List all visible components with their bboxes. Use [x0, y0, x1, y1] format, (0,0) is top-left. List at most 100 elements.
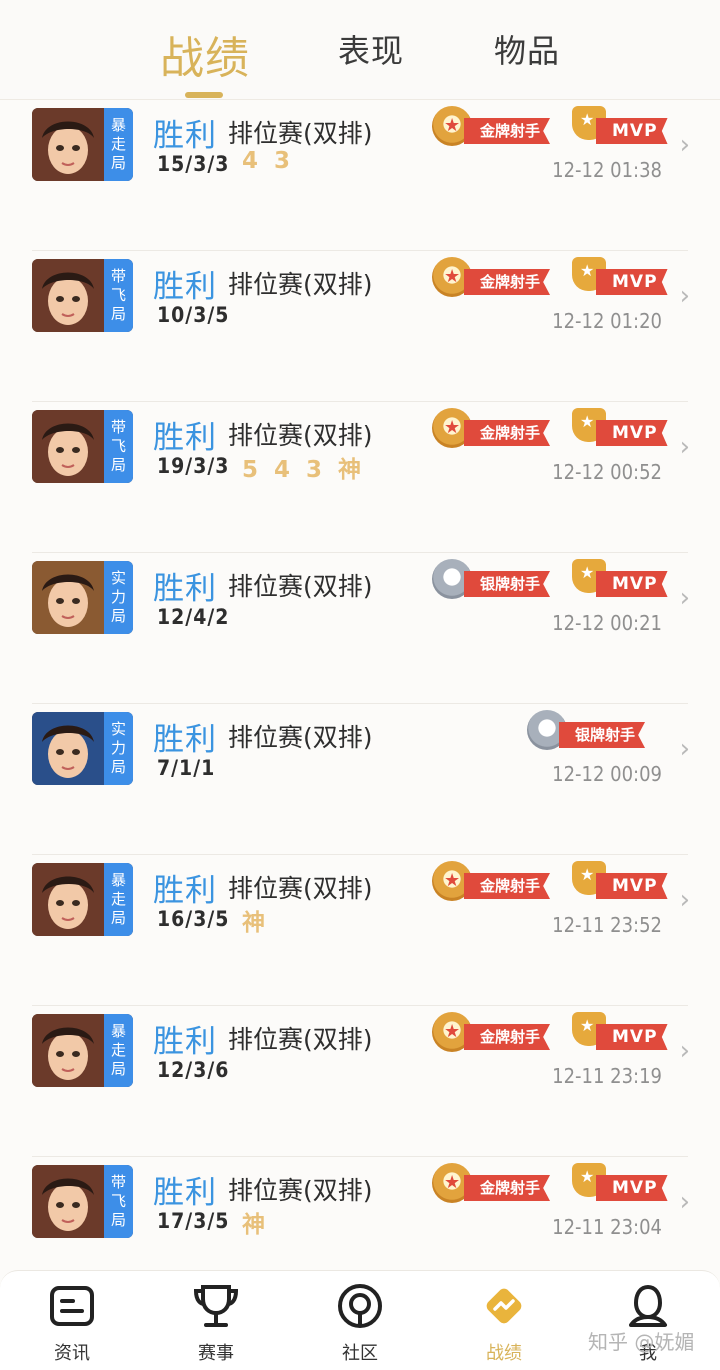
tab-records[interactable]: 战绩	[160, 22, 250, 86]
mvp-label: MVP	[596, 571, 668, 597]
top-tab-bar: 战绩 表现 物品	[0, 0, 720, 100]
match-result: 胜利	[153, 269, 217, 305]
tab-items[interactable]: 物品	[494, 26, 560, 72]
hero-portrait-icon	[32, 1165, 104, 1238]
chevron-right-icon: ›	[679, 432, 690, 462]
chevron-right-icon: ›	[679, 1187, 690, 1217]
chevron-right-icon: ›	[679, 885, 690, 915]
chevron-right-icon: ›	[679, 1036, 690, 1066]
match-time: 12-11 23:19	[552, 1064, 662, 1088]
mvp-badge: ★ MVP	[572, 1012, 668, 1054]
mvp-label: MVP	[596, 269, 668, 295]
match-mode: 排位赛(双排)	[228, 874, 373, 903]
hero-avatar: 带飞局	[32, 1165, 133, 1238]
honor-badge: ★ 金牌射手	[432, 408, 572, 450]
honor-badge-label: 金牌射手	[464, 1175, 551, 1201]
watermark-text: 知乎 @妩媚	[588, 1330, 695, 1354]
multikill-mark: 4	[274, 457, 291, 483]
match-mode: 排位赛(双排)	[228, 119, 373, 148]
kda-stats: 19/3/3	[157, 454, 230, 478]
match-type-tag: 带飞局	[104, 259, 133, 332]
multikill-marks: 神	[242, 903, 281, 937]
kda-stats: 16/3/5	[157, 907, 230, 931]
match-row[interactable]: 实力局 胜利 排位赛(双排) 7/1/1 ★ 银牌射手 12-12 00:09 …	[0, 704, 720, 855]
hero-avatar: 带飞局	[32, 410, 133, 483]
multikill-mark: 神	[338, 457, 362, 483]
honor-badge: ★ 金牌射手	[432, 106, 572, 148]
nav-item-events[interactable]: 赛事	[176, 1281, 256, 1365]
match-type-tag: 带飞局	[104, 410, 133, 483]
match-mode: 排位赛(双排)	[228, 421, 373, 450]
match-row[interactable]: 带飞局 胜利 排位赛(双排) 10/3/5 ★ 金牌射手 ★ MVP 12-12…	[0, 251, 720, 402]
multikill-marks: 43	[242, 148, 306, 174]
nav-label: 赛事	[198, 1343, 234, 1364]
match-type-tag: 暴走局	[104, 1014, 133, 1087]
honor-badge-label: 金牌射手	[464, 269, 551, 295]
hero-portrait-icon	[32, 1014, 104, 1087]
tab-performance[interactable]: 表现	[338, 26, 404, 72]
mvp-label: MVP	[596, 1175, 668, 1201]
multikill-mark: 神	[242, 1212, 265, 1238]
chevron-right-icon: ›	[679, 734, 690, 764]
nav-item-community[interactable]: 社区	[320, 1281, 400, 1365]
honor-badge: ★ 金牌射手	[432, 1012, 572, 1054]
match-result: 胜利	[153, 571, 217, 607]
hero-portrait-icon	[32, 863, 104, 936]
honor-badge: ★ 金牌射手	[432, 861, 572, 903]
honor-badge-label: 金牌射手	[464, 873, 551, 899]
kda-stats: 7/1/1	[157, 756, 216, 780]
kda-stats: 10/3/5	[157, 303, 230, 327]
match-mode: 排位赛(双排)	[228, 1025, 373, 1054]
match-type-tag: 暴走局	[104, 108, 133, 181]
mvp-badge: ★ MVP	[572, 559, 668, 601]
mvp-badge: ★ MVP	[572, 257, 668, 299]
match-mode: 排位赛(双排)	[228, 572, 373, 601]
match-result: 胜利	[153, 722, 217, 758]
honor-badge-label: 银牌射手	[464, 571, 551, 597]
honor-badge: ★ 银牌射手	[432, 559, 572, 601]
match-time: 12-12 00:09	[552, 762, 662, 786]
hero-avatar: 暴走局	[32, 108, 133, 181]
mvp-badge: ★ MVP	[572, 106, 668, 148]
match-row[interactable]: 实力局 胜利 排位赛(双排) 12/4/2 ★ 银牌射手 ★ MVP 12-12…	[0, 553, 720, 704]
honor-badge-label: 金牌射手	[464, 1024, 551, 1050]
mvp-label: MVP	[596, 118, 668, 144]
multikill-mark: 5	[242, 457, 259, 483]
match-time: 12-12 01:38	[552, 158, 662, 182]
profile-icon	[629, 1284, 667, 1327]
mvp-label: MVP	[596, 420, 668, 446]
nav-item-records[interactable]: 战绩	[464, 1281, 544, 1365]
match-type-tag: 实力局	[104, 561, 133, 634]
multikill-mark: 神	[242, 910, 265, 936]
kda-stats: 12/4/2	[157, 605, 230, 629]
nav-item-news[interactable]: 资讯	[32, 1281, 112, 1365]
honor-badge: ★ 银牌射手	[527, 710, 667, 752]
active-tab-indicator	[185, 92, 223, 98]
match-mode: 排位赛(双排)	[228, 723, 373, 752]
honor-badge-label: 银牌射手	[559, 722, 646, 748]
news-icon	[50, 1286, 94, 1326]
mvp-label: MVP	[596, 1024, 668, 1050]
match-row[interactable]: 暴走局 胜利 排位赛(双排) 15/3/3 43 ★ 金牌射手 ★ MVP 12…	[0, 100, 720, 251]
mvp-badge: ★ MVP	[572, 408, 668, 450]
match-result: 胜利	[153, 873, 217, 909]
hero-avatar: 暴走局	[32, 1014, 133, 1087]
match-row[interactable]: 带飞局 胜利 排位赛(双排) 19/3/3 543神 ★ 金牌射手 ★ MVP …	[0, 402, 720, 553]
hero-portrait-icon	[32, 108, 104, 181]
match-row[interactable]: 暴走局 胜利 排位赛(双排) 12/3/6 ★ 金牌射手 ★ MVP 12-11…	[0, 1006, 720, 1157]
multikill-mark: 3	[274, 148, 291, 174]
multikill-mark: 3	[306, 457, 323, 483]
match-time: 12-11 23:52	[552, 913, 662, 937]
match-type-tag: 暴走局	[104, 863, 133, 936]
match-time: 12-11 23:04	[552, 1215, 662, 1239]
kda-stats: 15/3/3	[157, 152, 230, 176]
multikill-mark: 4	[242, 148, 259, 174]
mvp-badge: ★ MVP	[572, 1163, 668, 1205]
match-result: 胜利	[153, 118, 217, 154]
match-row[interactable]: 暴走局 胜利 排位赛(双排) 16/3/5 神 ★ 金牌射手 ★ MVP 12-…	[0, 855, 720, 1006]
match-time: 12-12 01:20	[552, 309, 662, 333]
hero-avatar: 实力局	[32, 561, 133, 634]
kda-stats: 12/3/6	[157, 1058, 230, 1082]
match-result: 胜利	[153, 420, 217, 456]
match-time: 12-12 00:21	[552, 611, 662, 635]
